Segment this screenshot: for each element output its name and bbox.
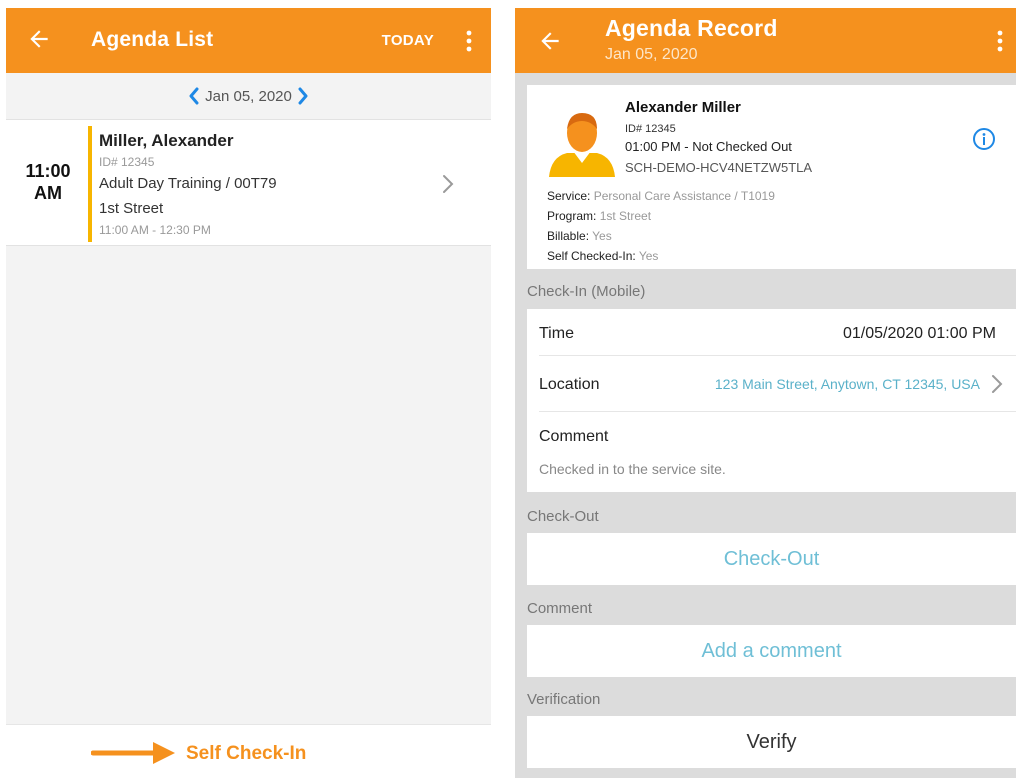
location-label: Location <box>539 376 600 393</box>
detail-value: 1st Street <box>599 209 652 223</box>
chevron-right-icon <box>443 175 454 193</box>
app-bar: Agenda List TODAY <box>6 8 491 73</box>
agenda-list-item[interactable]: 11:00 AM Miller, Alexander ID# 12345 Adu… <box>6 119 491 246</box>
check-in-card: Time 01/05/2020 01:00 PM Location 123 Ma… <box>527 309 1016 492</box>
page-subtitle: Jan 05, 2020 <box>605 46 698 63</box>
client-name: Miller, Alexander <box>99 131 234 150</box>
chevron-right-icon[interactable] <box>990 373 1004 395</box>
check-in-time: 01/05/2020 01:00 PM <box>842 325 996 342</box>
date-navigator: Jan 05, 2020 <box>6 73 491 119</box>
more-options-icon[interactable] <box>465 30 473 52</box>
detail-label: Service: <box>547 189 594 203</box>
self-check-in-button[interactable]: Self Check-In <box>186 743 306 765</box>
location-link[interactable]: 123 Main Street, Anytown, CT 12345, USA <box>715 376 980 392</box>
divider <box>539 411 1016 412</box>
time-meridiem: AM <box>34 183 62 203</box>
back-arrow-icon[interactable] <box>537 28 563 54</box>
client-id: ID# 12345 <box>625 123 676 135</box>
chevron-left-icon[interactable] <box>187 87 201 105</box>
time-span: 11:00 AM - 12:30 PM <box>99 223 211 237</box>
agenda-list-screen: Agenda List TODAY Jan 05, 2020 11:00 AM … <box>6 8 491 778</box>
today-button[interactable]: TODAY <box>382 32 434 49</box>
detail-label: Billable: <box>547 229 593 243</box>
avatar <box>549 113 615 177</box>
page-title: Agenda List <box>91 28 214 51</box>
self-check-in-bar: Self Check-In <box>6 724 491 778</box>
comment-section-label: Comment <box>527 600 593 617</box>
visit-code: SCH-DEMO-HCV4NETZW5TLA <box>625 160 813 175</box>
back-arrow-icon[interactable] <box>26 26 52 52</box>
time-label: Time <box>539 325 574 342</box>
self-checked-in-detail: Self Checked-In: Yes <box>547 249 658 263</box>
verify-button[interactable]: Verify <box>527 716 1016 768</box>
arrow-right-icon <box>91 742 175 764</box>
current-date: Jan 05, 2020 <box>205 87 292 105</box>
check-out-section-label: Check-Out <box>527 508 599 525</box>
client-name: Alexander Miller <box>625 99 741 116</box>
add-comment-button[interactable]: Add a comment <box>527 625 1016 677</box>
appointment-time: 11:00 AM <box>20 160 76 204</box>
detail-label: Program: <box>547 209 600 223</box>
billable-detail: Billable: Yes <box>547 229 612 243</box>
agenda-record-screen: Agenda Record Jan 05, 2020 Alexander Mil… <box>515 8 1016 778</box>
client-id: ID# 12345 <box>99 155 155 169</box>
detail-label: Self Checked-In: <box>547 249 639 263</box>
client-card: Alexander Miller ID# 12345 01:00 PM - No… <box>527 85 1016 269</box>
divider <box>539 355 1016 356</box>
program-detail: Program: 1st Street <box>547 209 651 223</box>
verification-section-label: Verification <box>527 691 601 708</box>
detail-value: Yes <box>592 229 612 243</box>
status-bar <box>88 126 92 242</box>
chevron-right-icon[interactable] <box>296 87 310 105</box>
check-in-comment: Checked in to the service site. <box>539 461 726 477</box>
checkout-status: 01:00 PM - Not Checked Out <box>625 139 792 154</box>
check-in-section-label: Check-In (Mobile) <box>527 283 646 300</box>
comment-label: Comment <box>539 428 609 445</box>
app-bar: Agenda Record Jan 05, 2020 <box>515 8 1016 73</box>
page-title: Agenda Record <box>605 15 778 41</box>
detail-value: Yes <box>638 249 659 263</box>
detail-value: Personal Care Assistance / T1019 <box>593 189 775 203</box>
more-options-icon[interactable] <box>996 30 1004 52</box>
service-name: Adult Day Training / 00T79 <box>99 175 277 192</box>
service-detail: Service: Personal Care Assistance / T101… <box>547 189 775 203</box>
check-out-button[interactable]: Check-Out <box>527 533 1016 585</box>
info-icon[interactable] <box>972 127 996 151</box>
time-hour: 11:00 <box>25 161 71 181</box>
program-name: 1st Street <box>99 200 164 217</box>
